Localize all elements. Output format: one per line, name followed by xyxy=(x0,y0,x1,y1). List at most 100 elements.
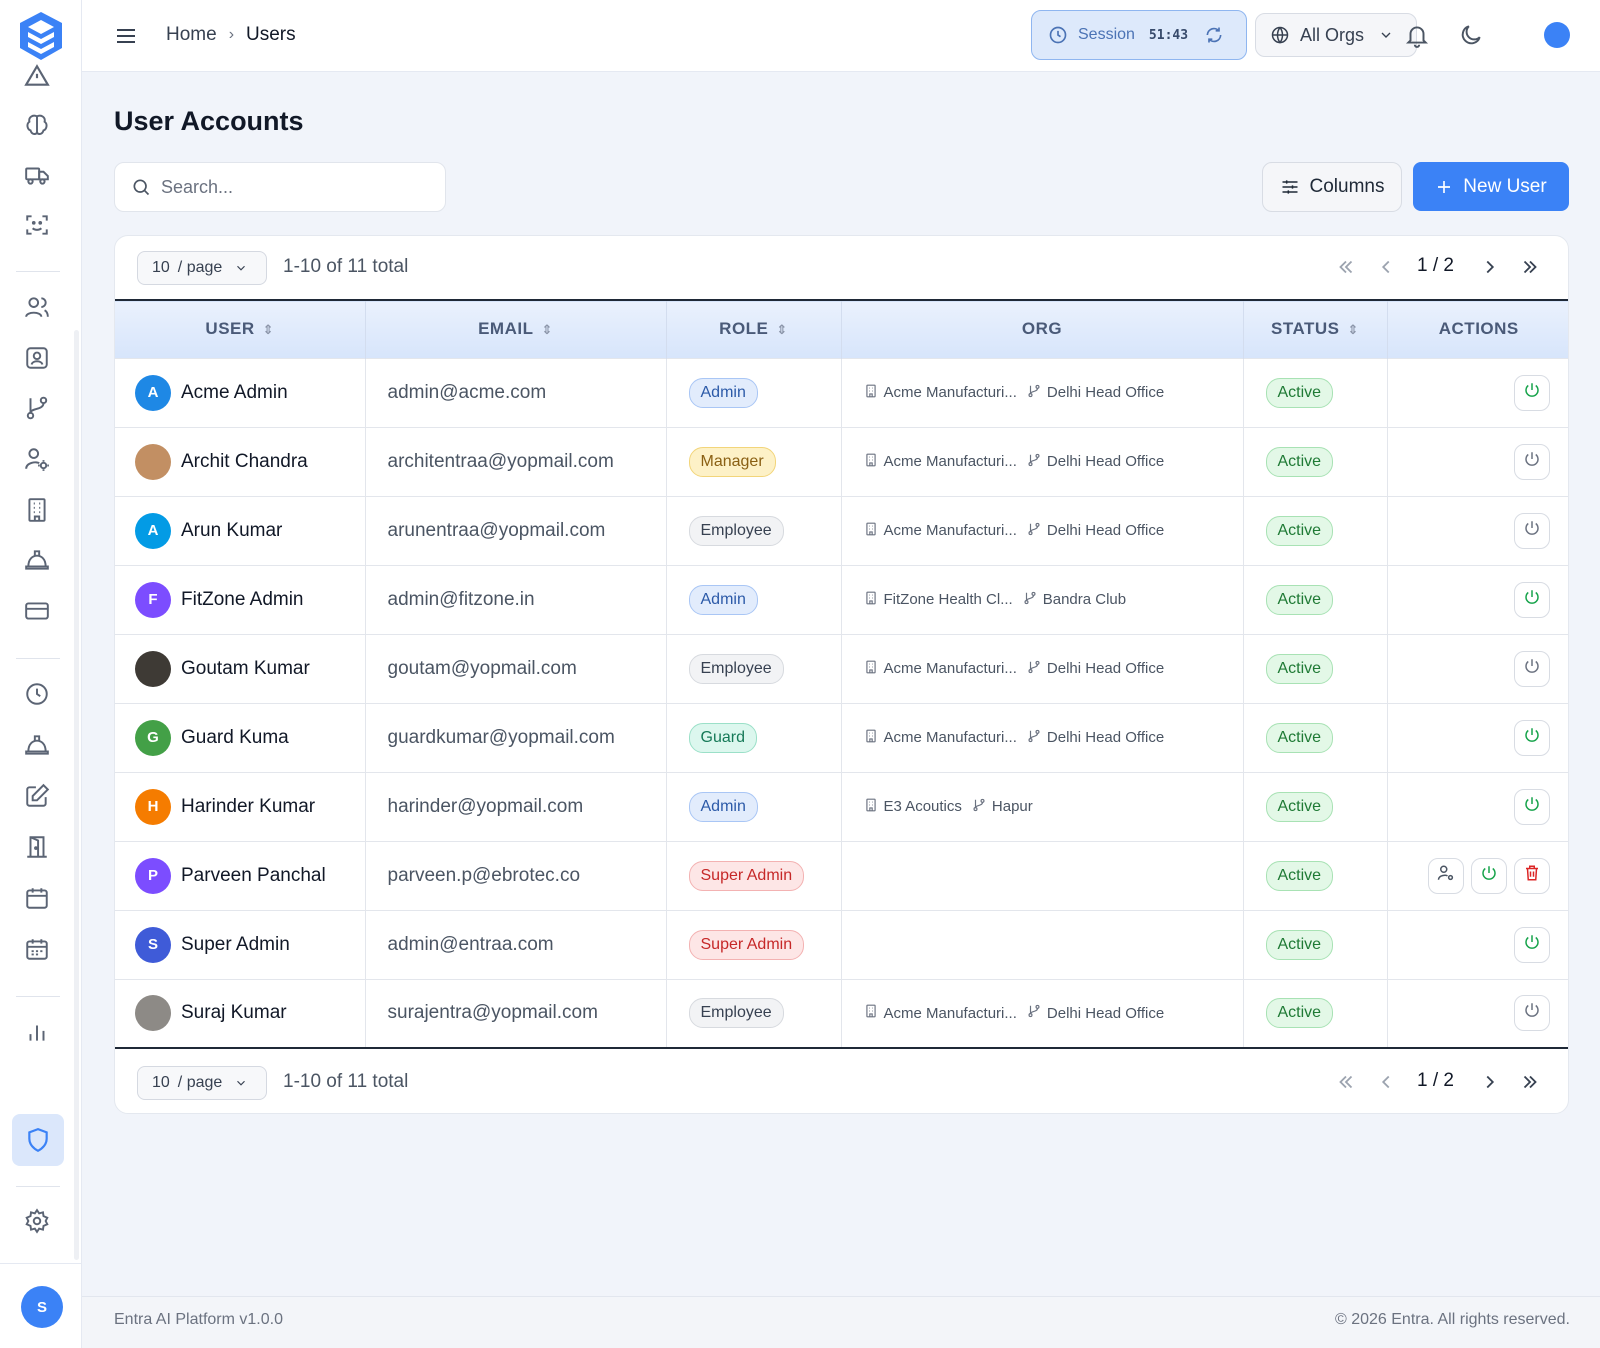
user-name[interactable]: FitZone Admin xyxy=(181,589,304,611)
org-cell: Acme Manufacturi... Delhi Head Office xyxy=(841,358,1244,427)
session-indicator[interactable]: Session 51:43 xyxy=(1031,10,1247,60)
per-page-select[interactable]: 10 / page xyxy=(137,251,267,285)
toggle-status-button[interactable] xyxy=(1514,443,1550,480)
menu-icon[interactable] xyxy=(114,24,138,48)
toggle-status-button[interactable] xyxy=(1471,857,1507,894)
building-icon[interactable] xyxy=(16,489,58,531)
role-badge: Super Admin xyxy=(688,929,805,960)
org-selector[interactable]: All Orgs xyxy=(1255,13,1417,57)
search-input[interactable] xyxy=(161,176,421,198)
moon-icon[interactable] xyxy=(1458,22,1484,48)
calendar-days-icon[interactable] xyxy=(16,928,58,970)
user-name[interactable]: Guard Kuma xyxy=(181,727,289,749)
col-role[interactable]: ROLE ⇕ xyxy=(666,300,842,358)
breadcrumb: Home › Users xyxy=(166,24,296,46)
user-name[interactable]: Suraj Kumar xyxy=(181,1002,287,1024)
table-row[interactable]: S Super Admin admin@entraa.com Super Adm… xyxy=(115,910,1568,979)
breadcrumb-home[interactable]: Home xyxy=(166,24,217,46)
toggle-status-button[interactable] xyxy=(1514,995,1550,1032)
user-name[interactable]: Archit Chandra xyxy=(181,451,308,473)
bar-chart-icon[interactable] xyxy=(16,1011,58,1053)
contact-card-icon[interactable] xyxy=(16,337,58,379)
truck-icon[interactable] xyxy=(16,154,58,196)
toggle-status-button[interactable] xyxy=(1514,581,1550,618)
sort-icon[interactable]: ⇕ xyxy=(541,322,552,338)
brain-icon[interactable] xyxy=(16,104,58,146)
user-name[interactable]: Arun Kumar xyxy=(181,520,282,542)
toggle-status-button[interactable] xyxy=(1514,512,1550,549)
last-page-icon[interactable] xyxy=(1519,256,1541,278)
hard-hat-icon[interactable] xyxy=(16,724,58,766)
next-page-icon[interactable] xyxy=(1479,1071,1501,1093)
next-page-icon[interactable] xyxy=(1479,256,1501,278)
table-row[interactable]: Archit Chandra architentraa@yopmail.com … xyxy=(115,427,1568,496)
table-row[interactable]: Goutam Kumar goutam@yopmail.com Employee… xyxy=(115,634,1568,703)
first-page-icon[interactable] xyxy=(1335,1071,1357,1093)
toggle-status-button[interactable] xyxy=(1514,374,1550,411)
power-icon xyxy=(1523,726,1541,750)
toggle-status-button[interactable] xyxy=(1514,926,1550,963)
toggle-status-button[interactable] xyxy=(1514,719,1550,756)
gear-icon[interactable] xyxy=(16,1200,58,1242)
prev-page-icon[interactable] xyxy=(1375,1071,1397,1093)
alert-icon[interactable] xyxy=(16,64,58,88)
impersonate-button[interactable] xyxy=(1428,857,1464,894)
user-avatar[interactable]: S xyxy=(21,1286,63,1328)
status-badge: Active xyxy=(1265,860,1334,891)
face-scan-icon[interactable] xyxy=(16,204,58,246)
user-name[interactable]: Acme Admin xyxy=(181,382,288,404)
avatar: H xyxy=(135,788,171,825)
user-name[interactable]: Parveen Panchal xyxy=(181,865,326,887)
col-user[interactable]: USER ⇕ xyxy=(115,300,366,358)
toggle-status-button[interactable] xyxy=(1514,650,1550,687)
calendar-icon[interactable] xyxy=(16,877,58,919)
sidebar-scrollbar[interactable] xyxy=(74,330,79,1260)
user-settings-icon[interactable] xyxy=(16,438,58,480)
user-name[interactable]: Goutam Kumar xyxy=(181,658,310,680)
per-page-select[interactable]: 10 / page xyxy=(137,1066,267,1100)
new-user-button[interactable]: New User xyxy=(1413,162,1569,211)
users-icon[interactable] xyxy=(16,286,58,328)
profile-avatar[interactable] xyxy=(1544,22,1570,48)
table-row[interactable]: A Acme Admin admin@acme.com Admin Acme M… xyxy=(115,358,1568,427)
col-email[interactable]: EMAIL ⇕ xyxy=(365,300,667,358)
clock-icon[interactable] xyxy=(16,673,58,715)
hard-hat-icon[interactable] xyxy=(16,539,58,581)
door-icon[interactable] xyxy=(16,826,58,868)
git-branch-icon[interactable] xyxy=(16,387,58,429)
org-name: Acme Manufacturi... xyxy=(864,1004,1017,1022)
table-row[interactable]: H Harinder Kumar harinder@yopmail.com Ad… xyxy=(115,772,1568,841)
credit-card-icon[interactable] xyxy=(16,590,58,632)
branch-name: Hapur xyxy=(972,798,1033,816)
table-row[interactable]: Suraj Kumar surajentra@yopmail.com Emplo… xyxy=(115,979,1568,1048)
status-badge: Active xyxy=(1265,584,1334,615)
org-cell xyxy=(841,910,1244,979)
table-row[interactable]: F FitZone Admin admin@fitzone.in Admin F… xyxy=(115,565,1568,634)
delete-button[interactable] xyxy=(1514,857,1550,894)
prev-page-icon[interactable] xyxy=(1375,256,1397,278)
role-cell: Admin xyxy=(666,772,842,841)
sort-icon[interactable]: ⇕ xyxy=(776,322,787,338)
status-cell: Active xyxy=(1243,979,1388,1048)
first-page-icon[interactable] xyxy=(1335,256,1357,278)
columns-button[interactable]: Columns xyxy=(1262,162,1402,212)
table-row[interactable]: P Parveen Panchal parveen.p@ebrotec.co S… xyxy=(115,841,1568,910)
role-cell: Employee xyxy=(666,634,842,703)
sort-icon[interactable]: ⇕ xyxy=(1348,322,1359,338)
table-row[interactable]: G Guard Kuma guardkumar@yopmail.com Guar… xyxy=(115,703,1568,772)
toggle-status-button[interactable] xyxy=(1514,788,1550,825)
sort-icon[interactable]: ⇕ xyxy=(263,322,274,338)
user-cell: G Guard Kuma xyxy=(115,703,366,772)
table-row[interactable]: A Arun Kumar arunentraa@yopmail.com Empl… xyxy=(115,496,1568,565)
user-name[interactable]: Harinder Kumar xyxy=(181,796,315,818)
col-status[interactable]: STATUS ⇕ xyxy=(1243,300,1388,358)
last-page-icon[interactable] xyxy=(1519,1071,1541,1093)
user-cell: A Arun Kumar xyxy=(115,496,366,565)
user-name[interactable]: Super Admin xyxy=(181,934,290,956)
edit-icon[interactable] xyxy=(16,775,58,817)
bell-icon[interactable] xyxy=(1404,22,1430,48)
app-logo[interactable] xyxy=(18,10,64,62)
org-cell: Acme Manufacturi... Delhi Head Office xyxy=(841,427,1244,496)
refresh-icon[interactable] xyxy=(1204,25,1224,45)
shield-icon[interactable] xyxy=(12,1114,64,1166)
